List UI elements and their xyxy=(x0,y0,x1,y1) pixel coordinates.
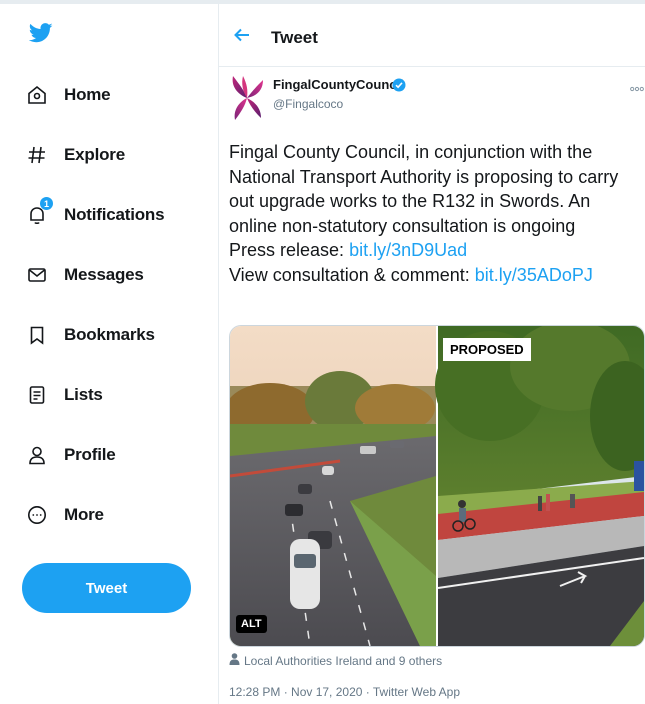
person-icon xyxy=(229,652,240,670)
alt-text-badge[interactable]: ALT xyxy=(236,615,267,633)
sidebar-item-bookmarks[interactable]: Bookmarks xyxy=(26,320,155,350)
sidebar-item-explore[interactable]: Explore xyxy=(26,140,125,170)
press-release-line: Press release: bit.ly/3nD9Uad xyxy=(229,238,641,263)
sidebar-item-label: Profile xyxy=(64,445,116,464)
sidebar-item-label: Bookmarks xyxy=(64,325,155,344)
sidebar-item-label: Notifications xyxy=(64,205,165,224)
bell-icon: 1 xyxy=(26,197,53,226)
author-name[interactable]: FingalCountyCouncil xyxy=(273,77,404,92)
tweet-button[interactable]: Tweet xyxy=(22,563,191,613)
sidebar-item-label: More xyxy=(64,505,104,524)
sidebar: Home Explore 1 Notifications Messages Bo… xyxy=(0,0,218,704)
verified-badge-icon xyxy=(392,78,406,92)
envelope-icon xyxy=(26,264,48,286)
page-header: Tweet xyxy=(219,4,645,67)
tweet-body: Fingal County Council, in conjunction wi… xyxy=(229,140,641,287)
press-release-link[interactable]: bit.ly/3nD9Uad xyxy=(349,240,467,260)
list-icon xyxy=(26,384,48,406)
tagged-users[interactable]: Local Authorities Ireland and 9 others xyxy=(229,652,442,670)
twitter-bird-icon[interactable] xyxy=(28,22,53,44)
sidebar-item-messages[interactable]: Messages xyxy=(26,260,144,290)
more-options-icon[interactable] xyxy=(630,80,644,92)
sidebar-item-label: Explore xyxy=(64,145,125,164)
avatar[interactable] xyxy=(229,74,265,122)
proposed-label: PROPOSED xyxy=(443,338,531,361)
sidebar-item-notifications[interactable]: 1 Notifications xyxy=(26,197,165,230)
consultation-line: View consultation & comment: bit.ly/35AD… xyxy=(229,263,641,288)
tweet-text: Fingal County Council, in conjunction wi… xyxy=(229,142,619,236)
sidebar-item-more[interactable]: More xyxy=(26,500,104,530)
tweet-media[interactable] xyxy=(229,325,645,647)
hashtag-icon xyxy=(26,144,48,166)
home-icon xyxy=(26,84,48,106)
sidebar-item-lists[interactable]: Lists xyxy=(26,380,103,410)
sidebar-item-label: Messages xyxy=(64,265,144,284)
press-release-label: Press release: xyxy=(229,240,350,260)
bookmark-icon xyxy=(26,324,48,346)
author-handle[interactable]: @Fingalcoco xyxy=(273,97,343,111)
sidebar-item-label: Home xyxy=(64,85,111,104)
page-title: Tweet xyxy=(271,28,318,47)
consultation-link[interactable]: bit.ly/35ADoPJ xyxy=(475,265,593,285)
sidebar-item-label: Lists xyxy=(64,385,103,404)
sidebar-item-home[interactable]: Home xyxy=(26,80,111,110)
more-circle-icon xyxy=(26,504,48,526)
notification-badge: 1 xyxy=(40,197,53,210)
arrow-left-icon[interactable] xyxy=(233,26,251,44)
column-divider xyxy=(218,0,219,704)
consultation-label: View consultation & comment: xyxy=(229,264,475,285)
person-icon xyxy=(26,444,48,466)
tagged-users-text: Local Authorities Ireland and 9 others xyxy=(244,654,443,668)
current-road-photo xyxy=(230,326,436,646)
sidebar-item-profile[interactable]: Profile xyxy=(26,440,116,470)
proposed-road-photo xyxy=(435,326,644,646)
tweet-timestamp[interactable]: 12:28 PM · Nov 17, 2020 · Twitter Web Ap… xyxy=(229,685,460,699)
